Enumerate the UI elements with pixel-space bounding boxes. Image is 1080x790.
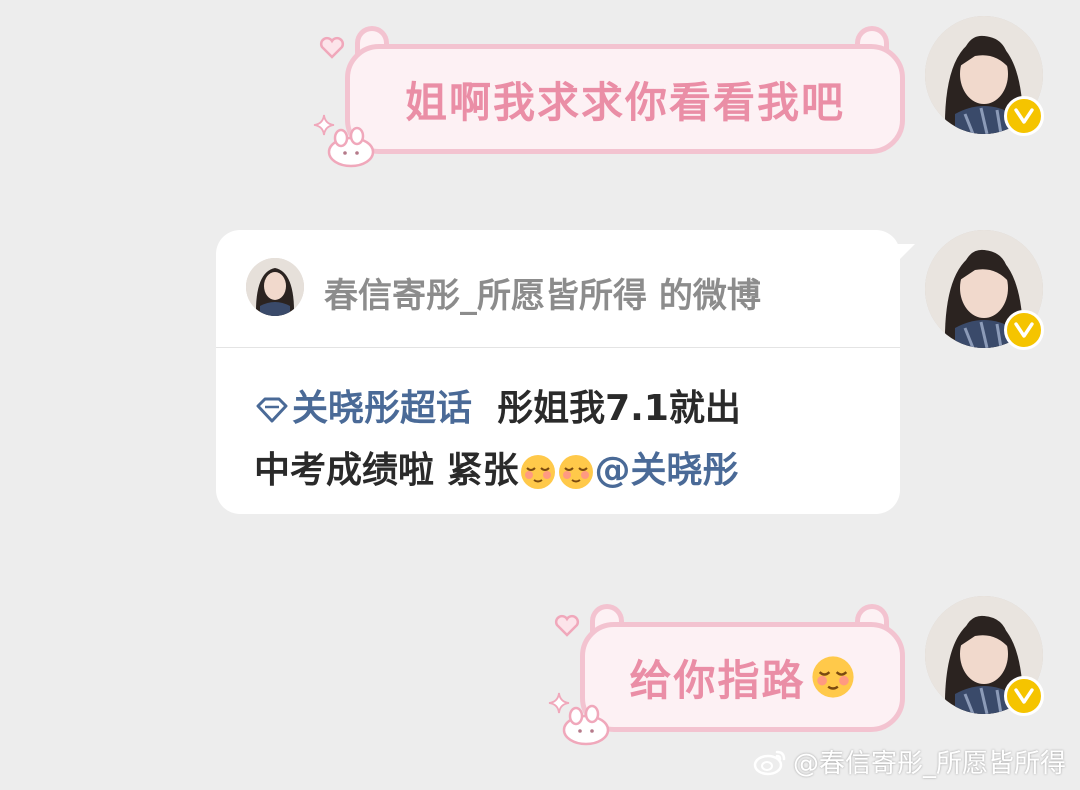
bunny-icon [562,704,610,746]
shared-weibo-card[interactable]: 春信寄彤_所愿皆所得 的微博 关晓彤超话 彤姐我7.1就出 中考成绩啦 紧张 @关… [216,230,900,514]
bubble-body: 姐啊我求求你看看我吧 [345,44,905,154]
blush-emoji [558,455,593,489]
post-text-line1: 彤姐我7.1就出 [497,388,741,429]
card-header: 春信寄彤_所愿皆所得 的微博 [216,230,900,348]
verified-badge-icon [1004,676,1044,716]
post-text-line2: 中考成绩啦 紧张 [254,450,519,491]
message-text: 给你指路 [629,655,806,705]
bubble-body: 给你指路 [580,622,905,732]
card-body: 关晓彤超话 彤姐我7.1就出 中考成绩啦 紧张 @关晓彤 [254,378,874,502]
weibo-logo-icon [753,750,786,775]
blush-emoji [811,656,854,698]
topic-text: 关晓彤超话 [292,388,473,429]
topic-link[interactable]: 关晓彤超话 [254,388,472,429]
message-bubble-3[interactable]: 给你指路 [548,600,915,750]
mention-link[interactable]: @关晓彤 [595,450,739,491]
verified-badge-icon [1004,310,1044,350]
watermark-text: @春信寄彤_所愿皆所得 [792,749,1066,779]
card-title: 春信寄彤_所愿皆所得 的微博 [324,276,761,316]
verified-badge-icon [1004,96,1044,136]
message-bubble-1[interactable]: 姐啊我求求你看看我吧 [313,22,915,172]
card-tail [893,244,915,266]
message-text: 姐啊我求求你看看我吧 [404,77,845,127]
diamond-icon [256,397,288,423]
bunny-icon [327,126,375,168]
watermark: @春信寄彤_所愿皆所得 [753,743,1066,780]
card-author-avatar [246,258,304,316]
heart-icon [319,36,345,59]
blush-emoji [520,455,555,489]
heart-icon [554,614,580,637]
